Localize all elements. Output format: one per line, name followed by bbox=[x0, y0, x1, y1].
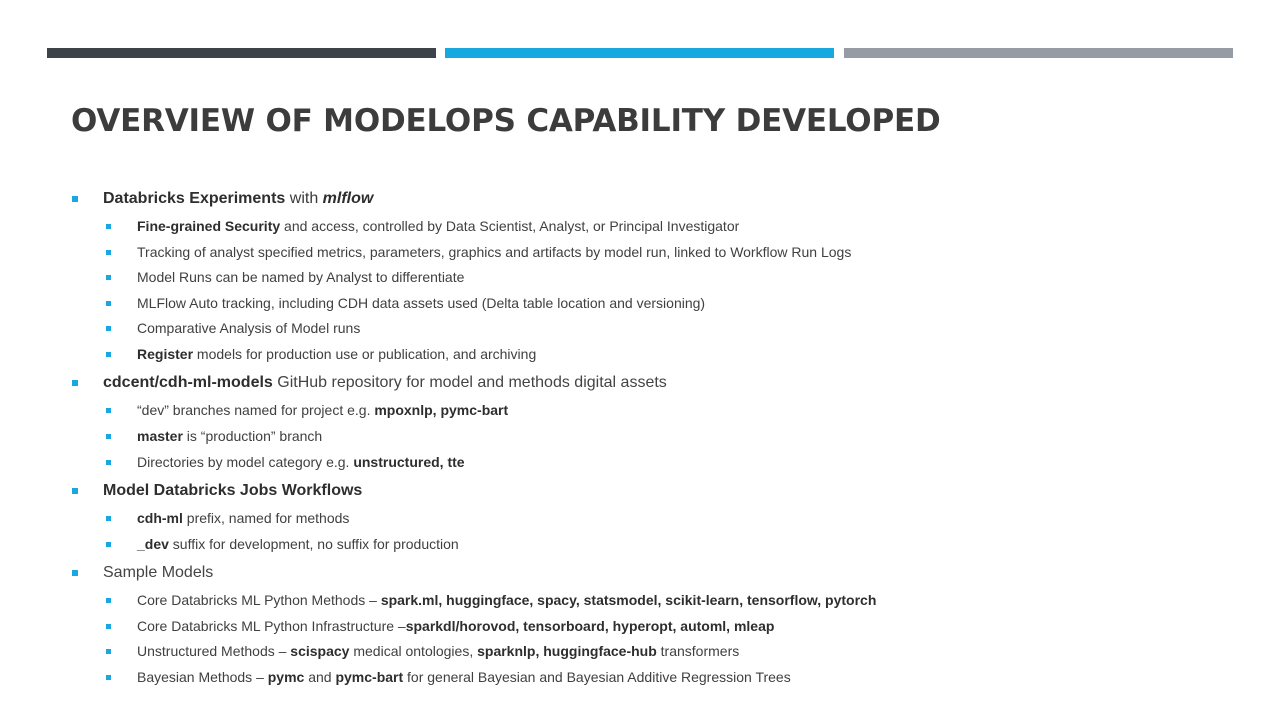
bullet-icon bbox=[106, 352, 111, 357]
section-heading-experiments: Databricks Experiments with mlflow bbox=[103, 190, 374, 207]
list-item: Bayesian Methods – pymc and pymc-bart fo… bbox=[137, 669, 791, 685]
bullet-icon bbox=[106, 326, 111, 331]
bullet-icon bbox=[106, 408, 111, 413]
slide-content: Databricks Experiments with mlflow Fine-… bbox=[0, 0, 1280, 720]
section-heading-sample-models: Sample Models bbox=[103, 564, 214, 581]
bullet-icon bbox=[72, 380, 78, 386]
bullet-icon bbox=[106, 275, 111, 280]
list-item: Comparative Analysis of Model runs bbox=[137, 320, 361, 336]
list-item: Core Databricks ML Python Methods – spar… bbox=[137, 592, 877, 608]
section-heading-github: cdcent/cdh-ml-models GitHub repository f… bbox=[103, 374, 667, 391]
list-item: cdh-ml prefix, named for methods bbox=[137, 510, 350, 526]
list-item: Core Databricks ML Python Infrastructure… bbox=[137, 618, 775, 634]
bullet-icon bbox=[106, 675, 111, 680]
list-item: Unstructured Methods – scispacy medical … bbox=[137, 643, 740, 659]
list-item: Tracking of analyst specified metrics, p… bbox=[137, 244, 852, 260]
list-item: Fine-grained Security and access, contro… bbox=[137, 218, 740, 234]
bullet-icon bbox=[106, 542, 111, 547]
bullet-icon bbox=[106, 224, 111, 229]
bullet-icon bbox=[72, 196, 78, 202]
bullet-icon bbox=[106, 649, 111, 654]
bullet-icon bbox=[106, 434, 111, 439]
list-item: Register models for production use or pu… bbox=[137, 346, 537, 362]
bullet-icon bbox=[72, 488, 78, 494]
bullet-icon bbox=[106, 301, 111, 306]
list-item: Directories by model category e.g. unstr… bbox=[137, 454, 465, 470]
bullet-icon bbox=[106, 624, 111, 629]
list-item: Model Runs can be named by Analyst to di… bbox=[137, 269, 465, 285]
bullet-icon bbox=[72, 570, 78, 576]
bullet-icon bbox=[106, 460, 111, 465]
section-heading-workflows: Model Databricks Jobs Workflows bbox=[103, 482, 363, 499]
bullet-icon bbox=[106, 250, 111, 255]
list-item: master is “production” branch bbox=[137, 428, 323, 444]
list-item: “dev” branches named for project e.g. mp… bbox=[137, 402, 509, 418]
list-item: MLFlow Auto tracking, including CDH data… bbox=[137, 295, 706, 311]
bullet-icon bbox=[106, 598, 111, 603]
bullet-icon bbox=[106, 516, 111, 521]
list-item: _dev suffix for development, no suffix f… bbox=[137, 536, 459, 552]
